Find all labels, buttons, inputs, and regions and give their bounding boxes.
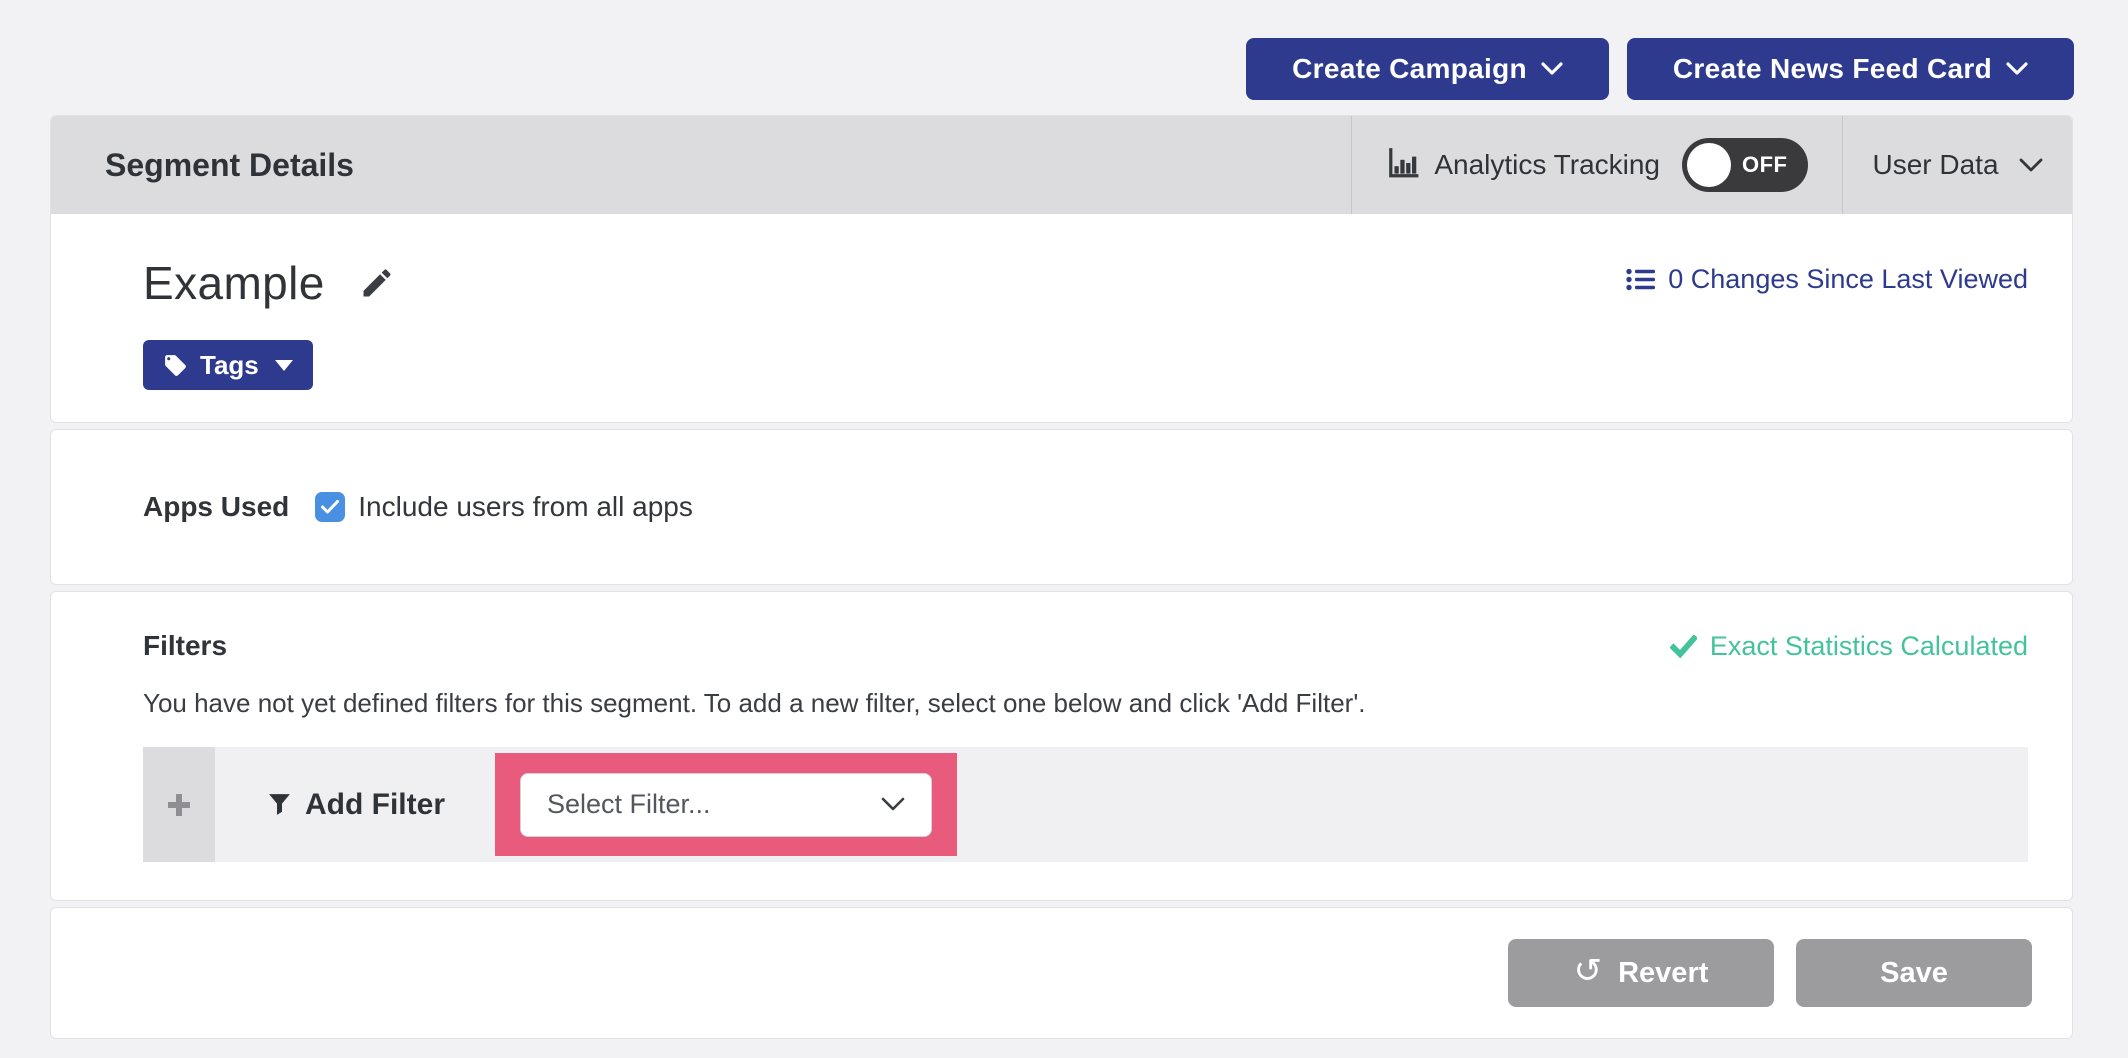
segment-name: Example: [143, 256, 325, 310]
revert-button[interactable]: ↺ Revert: [1508, 939, 1774, 1007]
highlight-annotation: Select Filter...: [495, 753, 957, 856]
user-data-dropdown[interactable]: User Data: [1842, 116, 2072, 214]
analytics-tracking-group: Analytics Tracking OFF: [1351, 116, 1842, 214]
page-title: Segment Details: [51, 116, 1351, 214]
plus-icon: [164, 790, 194, 820]
chevron-down-icon: [881, 797, 905, 812]
filters-heading: Filters: [143, 630, 227, 662]
checkmark-icon: [320, 499, 340, 515]
user-data-label: User Data: [1872, 149, 1998, 181]
changes-since-last-viewed-link[interactable]: 0 Changes Since Last Viewed: [1626, 264, 2028, 295]
create-campaign-button[interactable]: Create Campaign: [1246, 38, 1609, 100]
save-button-label: Save: [1880, 957, 1948, 990]
revert-button-label: Revert: [1618, 957, 1708, 990]
filters-card: Filters Exact Statistics Calculated You …: [50, 591, 2073, 901]
exact-statistics-status: Exact Statistics Calculated: [1670, 631, 2028, 662]
toggle-knob: [1687, 143, 1731, 187]
include-all-apps-label: Include users from all apps: [358, 491, 693, 523]
exact-statistics-label: Exact Statistics Calculated: [1710, 631, 2028, 662]
create-campaign-label: Create Campaign: [1292, 53, 1527, 85]
save-button[interactable]: Save: [1796, 939, 2032, 1007]
segment-details-header: Segment Details Analytics Tracking OFF: [51, 116, 2072, 214]
edit-pencil-icon[interactable]: [359, 265, 395, 301]
tags-button[interactable]: Tags: [143, 340, 313, 390]
bar-chart-icon: [1386, 146, 1420, 185]
add-filter-row: Add Filter Select Filter...: [143, 747, 2028, 862]
revert-icon: ↺: [1574, 954, 1603, 988]
toggle-state-label: OFF: [1742, 152, 1788, 178]
create-news-feed-card-button[interactable]: Create News Feed Card: [1627, 38, 2074, 100]
select-filter-dropdown[interactable]: Select Filter...: [520, 773, 932, 837]
add-filter-label: Add Filter: [305, 788, 445, 822]
footer-actions-card: ↺ Revert Save: [50, 907, 2073, 1039]
chevron-down-icon: [2019, 158, 2043, 173]
apps-used-card: Apps Used Include users from all apps: [50, 429, 2073, 585]
select-filter-placeholder: Select Filter...: [547, 789, 881, 820]
top-action-bar: Create Campaign Create News Feed Card: [1246, 38, 2074, 100]
segment-details-panel: Segment Details Analytics Tracking OFF: [50, 115, 2073, 1039]
chevron-down-icon: [1541, 62, 1563, 76]
caret-down-icon: [275, 360, 293, 371]
add-filter-label-group: Add Filter: [267, 788, 445, 822]
apps-used-label: Apps Used: [143, 491, 289, 523]
check-icon: [1670, 635, 1697, 658]
tags-button-label: Tags: [200, 350, 259, 381]
tag-icon: [163, 353, 188, 378]
changes-link-label: 0 Changes Since Last Viewed: [1668, 264, 2028, 295]
segment-header-card: Segment Details Analytics Tracking OFF: [50, 115, 2073, 423]
list-icon: [1626, 267, 1656, 292]
create-news-feed-card-label: Create News Feed Card: [1673, 53, 1992, 85]
add-filter-plus-button[interactable]: [143, 747, 215, 862]
analytics-tracking-label: Analytics Tracking: [1434, 149, 1660, 181]
filters-empty-message: You have not yet defined filters for thi…: [143, 688, 2028, 719]
filter-funnel-icon: [267, 792, 292, 817]
chevron-down-icon: [2006, 62, 2028, 76]
analytics-tracking-toggle[interactable]: OFF: [1682, 138, 1808, 192]
include-all-apps-checkbox[interactable]: [315, 492, 345, 522]
segment-title-section: Example 0 Change: [51, 214, 2072, 422]
